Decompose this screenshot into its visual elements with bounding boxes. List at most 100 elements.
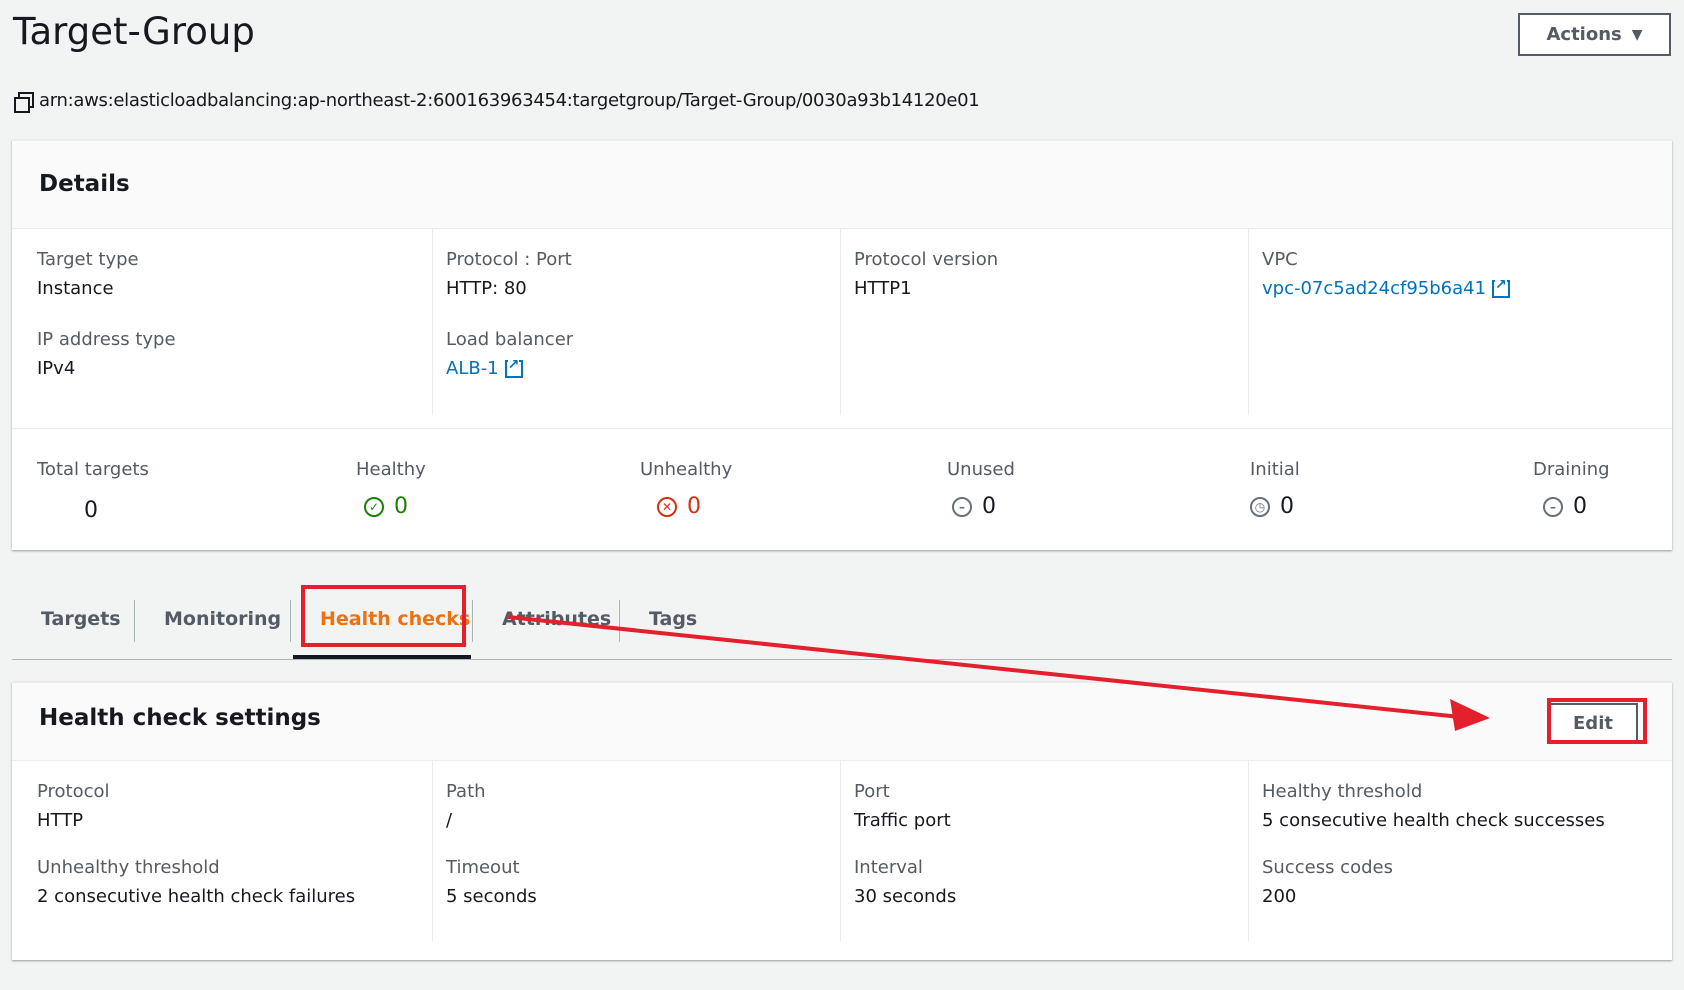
hc-timeout: Timeout 5 seconds <box>446 857 537 907</box>
count-initial: Initial ◷ 0 <box>1250 459 1300 519</box>
details-title: Details <box>39 171 130 197</box>
hc-protocol: Protocol HTTP <box>37 781 355 831</box>
count-unhealthy: Unhealthy ✕ 0 <box>640 459 732 519</box>
count-healthy-label: Healthy <box>356 459 426 480</box>
hc-healthy-threshold-value: 5 consecutive health check successes <box>1262 810 1605 831</box>
hc-port-value: Traffic port <box>854 810 951 831</box>
count-healthy: Healthy ✓ 0 <box>356 459 426 519</box>
external-link-icon <box>504 357 523 378</box>
tab-attributes[interactable]: Attributes <box>502 608 611 630</box>
count-unused-label: Unused <box>947 459 1015 480</box>
clock-icon: ◷ <box>1250 496 1270 517</box>
hc-interval: Interval 30 seconds <box>854 857 956 907</box>
count-unused-number: 0 <box>982 494 996 519</box>
minus-circle-icon: – <box>952 496 972 517</box>
details-header: Details <box>12 141 1672 229</box>
count-draining-number: 0 <box>1573 494 1587 519</box>
vpc: VPC vpc-07c5ad24cf95b6a41 <box>1262 249 1511 299</box>
hc-protocol-value: HTTP <box>37 810 84 831</box>
hc-col-3: Port Traffic port Interval 30 seconds <box>840 761 956 941</box>
ip-address-type: IP address type IPv4 <box>37 329 176 379</box>
tab-divider <box>134 600 135 642</box>
protocol-version: Protocol version HTTP1 <box>854 249 998 299</box>
tab-divider <box>619 600 620 642</box>
load-balancer: Load balancer ALB-1 <box>446 329 573 379</box>
hc-interval-label: Interval <box>854 857 923 878</box>
target-type-value: Instance <box>37 278 114 299</box>
load-balancer-label: Load balancer <box>446 329 574 350</box>
target-counts: Total targets 0 Healthy ✓ 0 Unhealthy ✕ … <box>12 429 1672 549</box>
protocol-port-label: Protocol : Port <box>446 249 572 270</box>
count-healthy-value: ✓ 0 <box>356 494 426 519</box>
details-panel: Details Target type Instance IP address … <box>12 140 1672 550</box>
vpc-link-text: vpc-07c5ad24cf95b6a41 <box>1262 278 1487 299</box>
hc-success-codes-label: Success codes <box>1262 857 1393 878</box>
tab-bar: Targets Monitoring Health checks Attribu… <box>12 590 1672 660</box>
health-check-grid: Protocol HTTP Unhealthy threshold 2 cons… <box>12 761 1672 957</box>
hc-unhealthy-threshold: Unhealthy threshold 2 consecutive health… <box>37 857 355 907</box>
ip-address-type-label: IP address type <box>37 329 176 350</box>
count-total: Total targets 0 <box>37 459 149 523</box>
load-balancer-value: ALB-1 <box>446 357 573 379</box>
actions-label: Actions <box>1546 24 1622 45</box>
hc-col-4: Healthy threshold 5 consecutive health c… <box>1248 761 1605 941</box>
hc-interval-value: 30 seconds <box>854 886 957 907</box>
check-circle-icon: ✓ <box>364 496 384 517</box>
protocol-port: Protocol : Port HTTP: 80 <box>446 249 573 299</box>
hc-success-codes: Success codes 200 <box>1262 857 1605 907</box>
details-col-3: Protocol version HTTP1 <box>840 229 998 415</box>
hc-success-codes-value: 200 <box>1262 886 1297 907</box>
count-total-value: 0 <box>84 498 98 523</box>
vpc-label: VPC <box>1262 249 1298 270</box>
hc-timeout-value: 5 seconds <box>446 886 537 907</box>
active-tab-indicator <box>293 655 471 659</box>
hc-col-1: Protocol HTTP Unhealthy threshold 2 cons… <box>37 761 355 941</box>
tab-divider <box>472 600 473 642</box>
count-initial-label: Initial <box>1250 459 1300 480</box>
count-initial-value: ◷ 0 <box>1250 494 1300 519</box>
hc-path-value: / <box>446 810 453 831</box>
protocol-version-value: HTTP1 <box>854 278 912 299</box>
hc-path: Path / <box>446 781 537 831</box>
count-total-label: Total targets <box>37 459 149 480</box>
target-type: Target type Instance <box>37 249 176 299</box>
health-check-title: Health check settings <box>39 705 321 731</box>
arn-text: arn:aws:elasticloadbalancing:ap-northeas… <box>39 90 980 111</box>
tab-divider <box>290 600 291 642</box>
details-grid: Target type Instance IP address type IPv… <box>12 229 1672 429</box>
hc-col-2: Path / Timeout 5 seconds <box>432 761 537 941</box>
count-healthy-number: 0 <box>394 494 408 519</box>
count-unhealthy-number: 0 <box>687 494 701 519</box>
hc-path-label: Path <box>446 781 486 802</box>
ip-address-type-value: IPv4 <box>37 358 76 379</box>
x-circle-icon: ✕ <box>657 496 677 517</box>
load-balancer-link[interactable]: ALB-1 <box>446 357 523 379</box>
hc-unhealthy-threshold-label: Unhealthy threshold <box>37 857 220 878</box>
health-check-header: Health check settings Edit <box>12 683 1672 761</box>
hc-protocol-label: Protocol <box>37 781 110 802</box>
tab-health-checks[interactable]: Health checks <box>320 608 470 630</box>
hc-port: Port Traffic port <box>854 781 956 831</box>
target-type-label: Target type <box>37 249 139 270</box>
details-col-4: VPC vpc-07c5ad24cf95b6a41 <box>1248 229 1511 415</box>
copy-icon[interactable] <box>13 91 34 113</box>
count-unhealthy-label: Unhealthy <box>640 459 733 480</box>
count-draining: Draining – 0 <box>1533 459 1610 519</box>
details-col-2: Protocol : Port HTTP: 80 Load balancer A… <box>432 229 573 415</box>
hc-unhealthy-threshold-value: 2 consecutive health check failures <box>37 886 356 907</box>
protocol-port-value: HTTP: 80 <box>446 278 527 299</box>
hc-timeout-label: Timeout <box>446 857 520 878</box>
vpc-link[interactable]: vpc-07c5ad24cf95b6a41 <box>1262 277 1511 299</box>
edit-button[interactable]: Edit <box>1548 703 1638 743</box>
tab-tags[interactable]: Tags <box>649 608 697 630</box>
actions-button[interactable]: Actions ▼ <box>1518 13 1671 56</box>
tab-monitoring[interactable]: Monitoring <box>164 608 281 630</box>
hc-healthy-threshold-label: Healthy threshold <box>1262 781 1423 802</box>
count-unused: Unused – 0 <box>947 459 1015 519</box>
count-draining-value: – 0 <box>1533 494 1610 519</box>
count-unused-value: – 0 <box>947 494 1015 519</box>
load-balancer-link-text: ALB-1 <box>446 358 499 379</box>
tab-targets[interactable]: Targets <box>41 608 121 630</box>
health-check-panel: Health check settings Edit Protocol HTTP… <box>12 682 1672 960</box>
minus-circle-icon: – <box>1543 496 1563 517</box>
